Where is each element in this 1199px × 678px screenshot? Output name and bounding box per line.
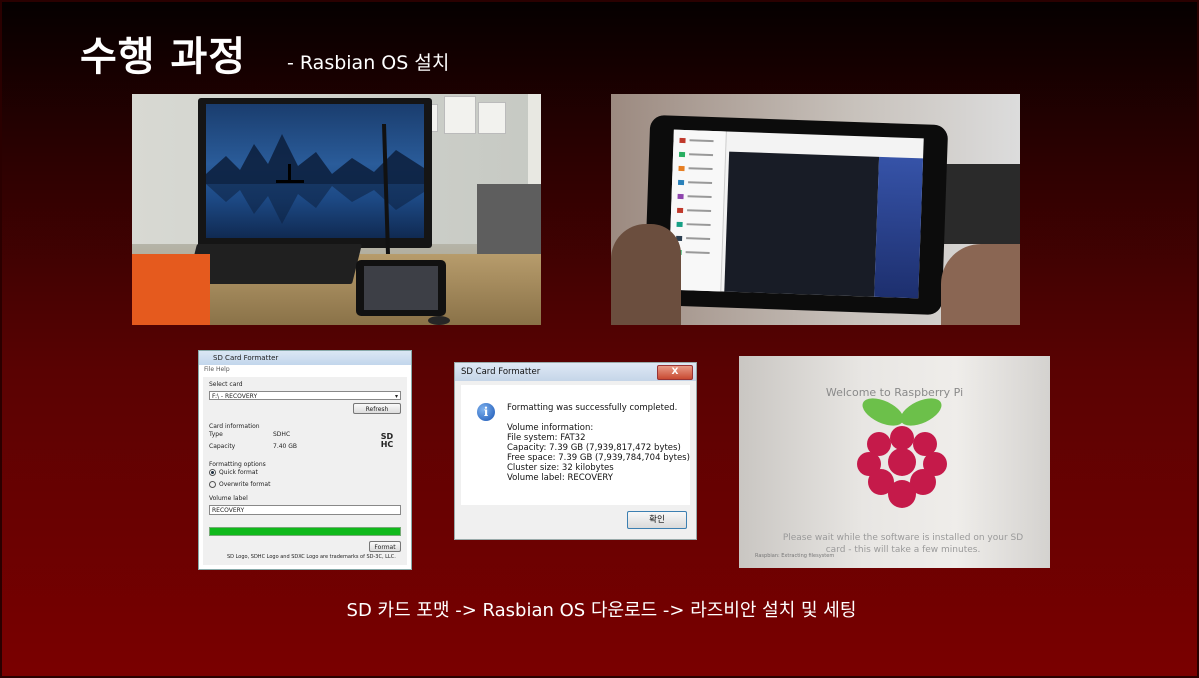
- photo-pi-tablet: [356, 260, 446, 316]
- photo-tablet-window: [724, 151, 880, 297]
- card-select-value: F:\ - RECOVERY: [212, 393, 258, 400]
- volume-label-input[interactable]: RECOVERY: [209, 505, 401, 515]
- photo-keyboard: [941, 164, 1020, 244]
- dialog-message: Formatting was successfully completed.: [507, 403, 678, 413]
- close-button[interactable]: X: [657, 365, 693, 380]
- desk-setup-photo: [132, 94, 541, 325]
- quick-format-label: Quick format: [219, 469, 258, 476]
- refresh-button[interactable]: Refresh: [353, 403, 401, 414]
- window-titlebar: SD Card Formatter: [199, 351, 411, 365]
- format-complete-dialog: SD Card Formatter X i Formatting was suc…: [454, 362, 697, 540]
- file-system-line: File system: FAT32: [507, 433, 586, 443]
- photo-hand: [941, 244, 1020, 325]
- card-select[interactable]: F:\ - RECOVERY ▾: [209, 391, 401, 400]
- type-value: SDHC: [273, 431, 291, 438]
- slide: 수행 과정 - Rasbian OS 설치 SD Card Formatter …: [0, 0, 1199, 678]
- slide-caption: SD 카드 포맷 -> Rasbian OS 다운로드 -> 라즈비안 설치 및…: [346, 600, 857, 621]
- capacity-label: Capacity: [209, 443, 236, 450]
- photo-tablet-wallpaper: [874, 156, 924, 299]
- trademark-footer: SD Logo, SDHC Logo and SDXC Logo are tra…: [227, 554, 396, 560]
- sd-formatter-window: SD Card Formatter File Help Select card …: [198, 350, 412, 570]
- slide-title: 수행 과정: [80, 34, 247, 80]
- formatter-pane: Select card F:\ - RECOVERY ▾ Refresh Car…: [203, 377, 407, 565]
- select-card-label: Select card: [209, 381, 243, 388]
- radio-icon: [209, 481, 216, 488]
- capacity-line: Capacity: 7.39 GB (7,939,817,472 bytes): [507, 443, 681, 453]
- install-status-text: Raspbian: Extracting filesystem: [755, 553, 835, 559]
- raspberry-install-photo: Welcome to Raspberry Pi Please wait whil…: [739, 356, 1050, 568]
- menu-bar[interactable]: File Help: [199, 365, 411, 375]
- card-info-label: Card information: [209, 423, 260, 430]
- cluster-size-line: Cluster size: 32 kilobytes: [507, 463, 614, 473]
- tablet-hand-photo: [611, 94, 1020, 325]
- chevron-down-icon: ▾: [394, 393, 398, 400]
- free-space-line: Free space: 7.39 GB (7,939,784,704 bytes…: [507, 453, 690, 463]
- capacity-value: 7.40 GB: [273, 443, 298, 450]
- formatting-options-label: Formatting options: [209, 461, 266, 468]
- photo-mount-arm: [382, 124, 390, 254]
- overwrite-format-label: Overwrite format: [219, 481, 271, 488]
- raspberry-pi-logo-icon: [857, 398, 947, 508]
- info-icon: i: [477, 403, 495, 421]
- photo-mouse: [428, 316, 450, 325]
- volume-info-heading: Volume information:: [507, 423, 594, 433]
- radio-selected-icon: [209, 469, 216, 476]
- slide-subtitle: - Rasbian OS 설치: [287, 52, 450, 74]
- photo-keyboard: [187, 244, 362, 284]
- format-button[interactable]: Format: [369, 541, 401, 552]
- photo-hand: [611, 224, 681, 325]
- please-wait-line-1: Please wait while the software is instal…: [782, 533, 1024, 543]
- photo-tablet: [643, 114, 949, 316]
- photo-tablet-screen: [668, 129, 924, 299]
- volume-label-label: Volume label: [209, 495, 248, 502]
- quick-format-radio[interactable]: Quick format: [209, 469, 258, 476]
- type-label: Type: [209, 431, 223, 438]
- ok-button[interactable]: 확인: [627, 511, 687, 529]
- sdhc-logo-icon: SD HC: [380, 432, 394, 449]
- volume-label-line: Volume label: RECOVERY: [507, 473, 613, 483]
- photo-note: [478, 102, 506, 134]
- photo-orange-box: [132, 254, 210, 325]
- overwrite-format-radio[interactable]: Overwrite format: [209, 481, 270, 488]
- format-progress-bar: [209, 527, 401, 536]
- photo-note: [444, 96, 476, 134]
